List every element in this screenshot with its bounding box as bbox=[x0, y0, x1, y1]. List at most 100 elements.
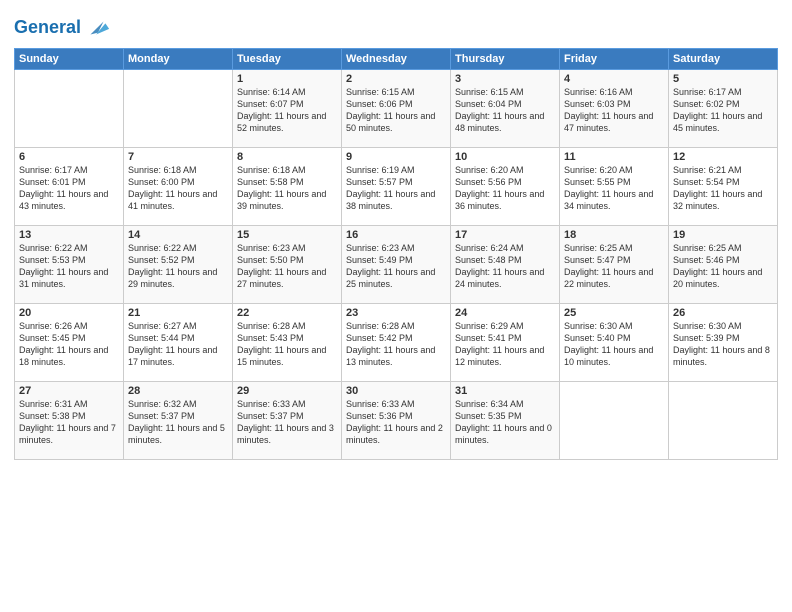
calendar-cell bbox=[669, 382, 778, 460]
weekday-header-wednesday: Wednesday bbox=[342, 49, 451, 70]
logo-text: General bbox=[14, 18, 81, 38]
cell-content: Sunrise: 6:21 AMSunset: 5:54 PMDaylight:… bbox=[673, 164, 773, 213]
day-number: 19 bbox=[673, 229, 773, 241]
calendar-week-3: 13Sunrise: 6:22 AMSunset: 5:53 PMDayligh… bbox=[15, 226, 778, 304]
calendar-cell: 18Sunrise: 6:25 AMSunset: 5:47 PMDayligh… bbox=[560, 226, 669, 304]
calendar-cell: 29Sunrise: 6:33 AMSunset: 5:37 PMDayligh… bbox=[233, 382, 342, 460]
page: General SundayMondayTuesdayWednesdayThur… bbox=[0, 0, 792, 612]
cell-content: Sunrise: 6:15 AMSunset: 6:04 PMDaylight:… bbox=[455, 86, 555, 135]
calendar-cell: 4Sunrise: 6:16 AMSunset: 6:03 PMDaylight… bbox=[560, 70, 669, 148]
calendar-week-5: 27Sunrise: 6:31 AMSunset: 5:38 PMDayligh… bbox=[15, 382, 778, 460]
weekday-header-friday: Friday bbox=[560, 49, 669, 70]
calendar-cell: 13Sunrise: 6:22 AMSunset: 5:53 PMDayligh… bbox=[15, 226, 124, 304]
calendar-cell: 20Sunrise: 6:26 AMSunset: 5:45 PMDayligh… bbox=[15, 304, 124, 382]
day-number: 26 bbox=[673, 307, 773, 319]
calendar-cell: 27Sunrise: 6:31 AMSunset: 5:38 PMDayligh… bbox=[15, 382, 124, 460]
day-number: 5 bbox=[673, 73, 773, 85]
day-number: 4 bbox=[564, 73, 664, 85]
calendar-cell: 16Sunrise: 6:23 AMSunset: 5:49 PMDayligh… bbox=[342, 226, 451, 304]
calendar-cell: 19Sunrise: 6:25 AMSunset: 5:46 PMDayligh… bbox=[669, 226, 778, 304]
cell-content: Sunrise: 6:14 AMSunset: 6:07 PMDaylight:… bbox=[237, 86, 337, 135]
cell-content: Sunrise: 6:22 AMSunset: 5:52 PMDaylight:… bbox=[128, 242, 228, 291]
cell-content: Sunrise: 6:28 AMSunset: 5:42 PMDaylight:… bbox=[346, 320, 446, 369]
calendar-table: SundayMondayTuesdayWednesdayThursdayFrid… bbox=[14, 48, 778, 460]
cell-content: Sunrise: 6:19 AMSunset: 5:57 PMDaylight:… bbox=[346, 164, 446, 213]
day-number: 16 bbox=[346, 229, 446, 241]
day-number: 31 bbox=[455, 385, 555, 397]
calendar-cell: 9Sunrise: 6:19 AMSunset: 5:57 PMDaylight… bbox=[342, 148, 451, 226]
header-row: SundayMondayTuesdayWednesdayThursdayFrid… bbox=[15, 49, 778, 70]
calendar-cell: 3Sunrise: 6:15 AMSunset: 6:04 PMDaylight… bbox=[451, 70, 560, 148]
cell-content: Sunrise: 6:20 AMSunset: 5:55 PMDaylight:… bbox=[564, 164, 664, 213]
calendar-cell: 8Sunrise: 6:18 AMSunset: 5:58 PMDaylight… bbox=[233, 148, 342, 226]
cell-content: Sunrise: 6:23 AMSunset: 5:50 PMDaylight:… bbox=[237, 242, 337, 291]
cell-content: Sunrise: 6:34 AMSunset: 5:35 PMDaylight:… bbox=[455, 398, 555, 447]
cell-content: Sunrise: 6:17 AMSunset: 6:01 PMDaylight:… bbox=[19, 164, 119, 213]
cell-content: Sunrise: 6:30 AMSunset: 5:39 PMDaylight:… bbox=[673, 320, 773, 369]
weekday-header-monday: Monday bbox=[124, 49, 233, 70]
calendar-cell: 10Sunrise: 6:20 AMSunset: 5:56 PMDayligh… bbox=[451, 148, 560, 226]
cell-content: Sunrise: 6:25 AMSunset: 5:47 PMDaylight:… bbox=[564, 242, 664, 291]
calendar-cell bbox=[124, 70, 233, 148]
calendar-cell: 5Sunrise: 6:17 AMSunset: 6:02 PMDaylight… bbox=[669, 70, 778, 148]
cell-content: Sunrise: 6:26 AMSunset: 5:45 PMDaylight:… bbox=[19, 320, 119, 369]
day-number: 29 bbox=[237, 385, 337, 397]
calendar-cell: 31Sunrise: 6:34 AMSunset: 5:35 PMDayligh… bbox=[451, 382, 560, 460]
weekday-header-thursday: Thursday bbox=[451, 49, 560, 70]
day-number: 14 bbox=[128, 229, 228, 241]
cell-content: Sunrise: 6:17 AMSunset: 6:02 PMDaylight:… bbox=[673, 86, 773, 135]
day-number: 12 bbox=[673, 151, 773, 163]
calendar-cell bbox=[560, 382, 669, 460]
calendar-cell: 28Sunrise: 6:32 AMSunset: 5:37 PMDayligh… bbox=[124, 382, 233, 460]
calendar-cell: 12Sunrise: 6:21 AMSunset: 5:54 PMDayligh… bbox=[669, 148, 778, 226]
calendar-cell: 23Sunrise: 6:28 AMSunset: 5:42 PMDayligh… bbox=[342, 304, 451, 382]
header-area: General bbox=[14, 10, 778, 42]
calendar-cell: 26Sunrise: 6:30 AMSunset: 5:39 PMDayligh… bbox=[669, 304, 778, 382]
day-number: 18 bbox=[564, 229, 664, 241]
cell-content: Sunrise: 6:30 AMSunset: 5:40 PMDaylight:… bbox=[564, 320, 664, 369]
day-number: 7 bbox=[128, 151, 228, 163]
day-number: 21 bbox=[128, 307, 228, 319]
calendar-cell: 24Sunrise: 6:29 AMSunset: 5:41 PMDayligh… bbox=[451, 304, 560, 382]
cell-content: Sunrise: 6:28 AMSunset: 5:43 PMDaylight:… bbox=[237, 320, 337, 369]
calendar-cell: 25Sunrise: 6:30 AMSunset: 5:40 PMDayligh… bbox=[560, 304, 669, 382]
calendar-cell: 6Sunrise: 6:17 AMSunset: 6:01 PMDaylight… bbox=[15, 148, 124, 226]
day-number: 2 bbox=[346, 73, 446, 85]
calendar-cell: 21Sunrise: 6:27 AMSunset: 5:44 PMDayligh… bbox=[124, 304, 233, 382]
cell-content: Sunrise: 6:16 AMSunset: 6:03 PMDaylight:… bbox=[564, 86, 664, 135]
weekday-header-sunday: Sunday bbox=[15, 49, 124, 70]
logo-icon bbox=[83, 14, 111, 42]
cell-content: Sunrise: 6:24 AMSunset: 5:48 PMDaylight:… bbox=[455, 242, 555, 291]
calendar-week-4: 20Sunrise: 6:26 AMSunset: 5:45 PMDayligh… bbox=[15, 304, 778, 382]
weekday-header-tuesday: Tuesday bbox=[233, 49, 342, 70]
cell-content: Sunrise: 6:23 AMSunset: 5:49 PMDaylight:… bbox=[346, 242, 446, 291]
calendar-cell: 15Sunrise: 6:23 AMSunset: 5:50 PMDayligh… bbox=[233, 226, 342, 304]
day-number: 6 bbox=[19, 151, 119, 163]
cell-content: Sunrise: 6:33 AMSunset: 5:37 PMDaylight:… bbox=[237, 398, 337, 447]
calendar-cell: 30Sunrise: 6:33 AMSunset: 5:36 PMDayligh… bbox=[342, 382, 451, 460]
cell-content: Sunrise: 6:32 AMSunset: 5:37 PMDaylight:… bbox=[128, 398, 228, 447]
cell-content: Sunrise: 6:29 AMSunset: 5:41 PMDaylight:… bbox=[455, 320, 555, 369]
day-number: 25 bbox=[564, 307, 664, 319]
cell-content: Sunrise: 6:33 AMSunset: 5:36 PMDaylight:… bbox=[346, 398, 446, 447]
day-number: 3 bbox=[455, 73, 555, 85]
calendar-cell: 14Sunrise: 6:22 AMSunset: 5:52 PMDayligh… bbox=[124, 226, 233, 304]
day-number: 13 bbox=[19, 229, 119, 241]
calendar-cell: 7Sunrise: 6:18 AMSunset: 6:00 PMDaylight… bbox=[124, 148, 233, 226]
calendar-cell: 1Sunrise: 6:14 AMSunset: 6:07 PMDaylight… bbox=[233, 70, 342, 148]
calendar-cell: 22Sunrise: 6:28 AMSunset: 5:43 PMDayligh… bbox=[233, 304, 342, 382]
cell-content: Sunrise: 6:18 AMSunset: 5:58 PMDaylight:… bbox=[237, 164, 337, 213]
cell-content: Sunrise: 6:18 AMSunset: 6:00 PMDaylight:… bbox=[128, 164, 228, 213]
cell-content: Sunrise: 6:31 AMSunset: 5:38 PMDaylight:… bbox=[19, 398, 119, 447]
day-number: 9 bbox=[346, 151, 446, 163]
calendar-cell: 17Sunrise: 6:24 AMSunset: 5:48 PMDayligh… bbox=[451, 226, 560, 304]
day-number: 22 bbox=[237, 307, 337, 319]
cell-content: Sunrise: 6:27 AMSunset: 5:44 PMDaylight:… bbox=[128, 320, 228, 369]
cell-content: Sunrise: 6:15 AMSunset: 6:06 PMDaylight:… bbox=[346, 86, 446, 135]
day-number: 8 bbox=[237, 151, 337, 163]
day-number: 30 bbox=[346, 385, 446, 397]
day-number: 11 bbox=[564, 151, 664, 163]
day-number: 23 bbox=[346, 307, 446, 319]
day-number: 17 bbox=[455, 229, 555, 241]
calendar-cell: 2Sunrise: 6:15 AMSunset: 6:06 PMDaylight… bbox=[342, 70, 451, 148]
